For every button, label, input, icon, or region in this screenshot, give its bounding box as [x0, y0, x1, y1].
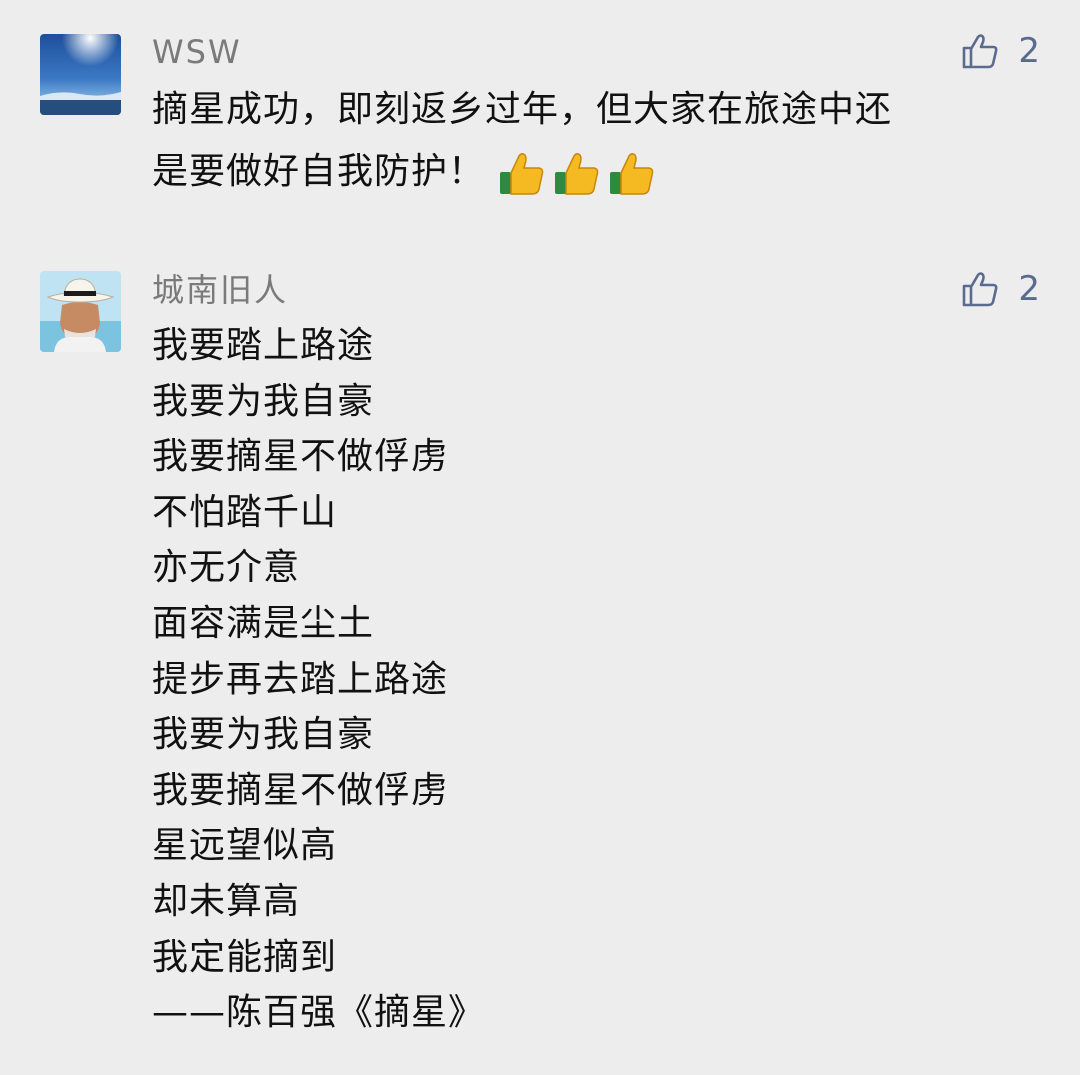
lyric-line: 提步再去踏上路途	[152, 658, 449, 700]
lyric-line: 却未算高	[152, 880, 301, 922]
comment-line: 是要做好自我防护！	[152, 141, 1032, 203]
lyric-line: 我要为我自豪	[152, 714, 375, 756]
lyric-line: 我定能摘到	[152, 936, 338, 978]
lyric-line: 我要摘星不做俘虏	[152, 769, 449, 811]
lyric-line: 我要踏上路途	[152, 325, 375, 366]
thumbs-up-emoji-icon	[497, 148, 547, 198]
username[interactable]: WSW	[152, 32, 242, 72]
like-count: 2	[1018, 269, 1040, 309]
username[interactable]: 城南旧人	[152, 270, 288, 310]
lyric-attribution: ——陈百强《摘星》	[152, 992, 486, 1034]
thumbs-up-emoji-icon	[552, 148, 602, 198]
lyric-line: 我要为我自豪	[152, 380, 375, 422]
comment-text: 我要踏上路途 我要为我自豪 我要摘星不做俘虏 不怕踏千山 亦无介意 面容满是尘土…	[152, 318, 1032, 1041]
like-button[interactable]: 2	[960, 269, 1040, 309]
comment-text: 摘星成功，即刻返乡过年，但大家在旅途中还 是要做好自我防护！	[152, 79, 1032, 203]
lyric-line: 面容满是尘土	[152, 602, 375, 644]
comment-line-text: 是要做好自我防护！	[152, 151, 486, 192]
like-button[interactable]: 2	[960, 31, 1040, 71]
thumbs-up-outline-icon	[960, 269, 1000, 309]
lyric-line: 我要摘星不做俘虏	[152, 436, 449, 478]
thumbs-up-outline-icon	[960, 31, 1000, 71]
emoji-group	[497, 148, 662, 198]
sky-landscape-avatar-icon	[40, 34, 121, 115]
avatar[interactable]	[40, 34, 121, 115]
avatar[interactable]	[40, 271, 121, 352]
lyric-line: 不怕踏千山	[152, 491, 338, 533]
like-count: 2	[1018, 31, 1040, 71]
lyric-line: 星远望似高	[152, 825, 338, 867]
lyric-line: 亦无介意	[152, 547, 301, 589]
man-in-hat-avatar-icon	[40, 271, 121, 352]
comment-line: 摘星成功，即刻返乡过年，但大家在旅途中还	[152, 89, 893, 130]
thumbs-up-emoji-icon	[607, 148, 657, 198]
